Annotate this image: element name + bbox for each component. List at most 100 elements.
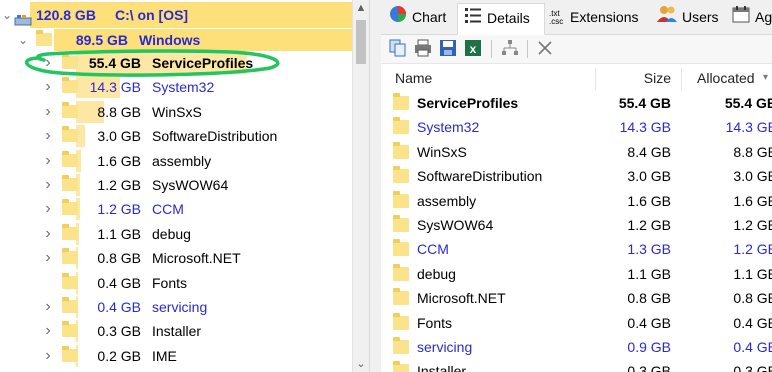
tab-age[interactable]: Ag (726, 3, 772, 33)
table-row[interactable]: ServiceProfiles 55.4 GB 55.4 GB (381, 91, 772, 115)
cell-size: 1.6 GB (627, 193, 671, 209)
sort-desc-icon[interactable]: ▾ (763, 64, 768, 92)
tab-label: Ag (755, 9, 772, 25)
scroll-down-icon[interactable]: ⌄ (353, 356, 369, 372)
tree-item[interactable]: › 1.6 GB assembly (0, 149, 352, 173)
tree-item[interactable]: › 1.2 GB SysWOW64 (0, 173, 352, 197)
table-row[interactable]: Microsoft.NET 0.8 GB 0.8 GB (381, 286, 772, 310)
chevron-down-icon[interactable]: ⌄ (18, 28, 28, 52)
scroll-up-icon[interactable]: ▲ (353, 0, 369, 16)
tab-details[interactable]: Details (457, 3, 545, 35)
tree-item[interactable]: › 3.0 GB SoftwareDistribution (0, 124, 352, 148)
column-header-allocated[interactable]: Allocated (697, 64, 755, 92)
tree-item-size: 1.2 GB (97, 201, 141, 217)
tree-item-name: Fonts (152, 275, 188, 291)
column-divider[interactable] (681, 68, 682, 90)
pie-chart-icon (389, 4, 407, 32)
table-row[interactable]: SysWOW64 1.2 GB 1.2 GB (381, 213, 772, 237)
tab-chart[interactable]: Chart (383, 3, 459, 33)
cell-name: Microsoft.NET (417, 290, 506, 306)
chevron-right-icon[interactable]: › (43, 51, 53, 75)
folder-icon (393, 142, 409, 159)
folder-icon (393, 93, 409, 110)
column-header-name[interactable]: Name (395, 64, 432, 92)
chevron-right-icon[interactable]: › (43, 319, 53, 343)
cell-name: debug (417, 266, 456, 282)
table-row[interactable]: System32 14.3 GB 14.3 GB (381, 115, 772, 139)
tree-item[interactable]: › 14.3 GB System32 (0, 75, 352, 99)
close-icon[interactable] (536, 39, 554, 57)
table-row[interactable]: CCM 1.3 GB 1.2 GB (381, 237, 772, 261)
tree-windows-row[interactable]: ⌄ 89.5 GB Windows (0, 28, 352, 52)
tree-item-name: WinSxS (152, 104, 202, 120)
folder-icon (393, 337, 409, 354)
tree-item-name: CCM (152, 201, 184, 217)
toolbar-separator (527, 40, 528, 58)
table-row[interactable]: Fonts 0.4 GB 0.4 GB (381, 311, 772, 335)
folder-icon (393, 313, 409, 330)
tree-item-name: assembly (152, 153, 212, 169)
tree-item[interactable]: › 0.2 GB IME (0, 344, 352, 368)
tab-users[interactable]: Users (651, 3, 727, 33)
tree-item-size: 1.1 GB (97, 226, 141, 242)
folder-icon (393, 191, 409, 208)
chevron-right-icon[interactable]: › (43, 197, 53, 221)
svg-text:x: x (470, 42, 477, 56)
toolbar: x (381, 35, 772, 64)
users-icon (657, 4, 677, 32)
tab-extensions[interactable]: .txt .csc Extensions (543, 3, 655, 33)
chevron-right-icon[interactable]: › (43, 75, 53, 99)
chevron-right-icon[interactable]: › (43, 246, 53, 270)
tree-item[interactable]: › 0.4 GB servicing (0, 295, 352, 319)
copy-icon[interactable] (389, 39, 407, 57)
table-row[interactable]: WinSxS 8.4 GB 8.8 GB (381, 140, 772, 164)
chevron-right-icon[interactable]: › (43, 222, 53, 246)
calendar-icon (732, 4, 750, 32)
folder-icon (393, 361, 409, 372)
cell-name: System32 (417, 119, 480, 135)
tree-item[interactable]: 0.4 GB Fonts (0, 271, 352, 295)
print-icon[interactable] (414, 39, 432, 57)
tree-scrollbar[interactable]: ▲ ⌄ (352, 0, 369, 372)
tree-item[interactable]: › 1.1 GB debug (0, 222, 352, 246)
cell-name: CCM (417, 241, 449, 257)
table-row[interactable]: servicing 0.9 GB 0.4 GB (381, 335, 772, 359)
table-row[interactable]: assembly 1.6 GB 1.6 GB (381, 189, 772, 213)
tree-root-row[interactable]: ⌄ 120.8 GB C:\ on [OS] (0, 2, 352, 28)
table-row[interactable]: SoftwareDistribution 3.0 GB 3.0 GB (381, 164, 772, 188)
tree-item-size: 0.4 GB (97, 299, 141, 315)
save-icon[interactable] (439, 39, 457, 57)
tree-item[interactable]: › 1.2 GB CCM (0, 197, 352, 221)
cell-allocated: 3.0 GB (733, 168, 772, 184)
chevron-right-icon[interactable]: › (43, 124, 53, 148)
cell-size: 14.3 GB (619, 119, 671, 135)
folder-icon (393, 117, 409, 134)
chevron-right-icon[interactable]: › (43, 100, 53, 124)
column-header-size[interactable]: Size (637, 64, 671, 92)
tree-item-name: System32 (152, 79, 215, 95)
cell-name: servicing (417, 339, 473, 355)
cell-name: SoftwareDistribution (417, 168, 543, 184)
windows-size: 89.5 GB (75, 32, 128, 48)
folder-icon (393, 166, 409, 183)
table-row[interactable]: debug 1.1 GB 1.1 GB (381, 262, 772, 286)
cell-allocated: 1.2 GB (733, 217, 772, 233)
chevron-right-icon[interactable]: › (43, 173, 53, 197)
tree-item[interactable]: › 0.8 GB Microsoft.NET (0, 246, 352, 270)
column-divider[interactable] (595, 68, 596, 90)
table-row[interactable]: Installer 0.3 GB 0.3 GB (381, 359, 772, 372)
cell-size: 1.2 GB (627, 217, 671, 233)
tree-item[interactable]: › 8.8 GB WinSxS (0, 100, 352, 124)
excel-export-icon[interactable]: x (464, 39, 482, 57)
hierarchy-icon[interactable] (501, 39, 519, 57)
chevron-right-icon[interactable]: › (43, 344, 53, 368)
chevron-right-icon[interactable]: › (43, 149, 53, 173)
chevron-down-icon[interactable]: ⌄ (2, 2, 12, 28)
tree-item[interactable]: › 0.3 GB Installer (0, 319, 352, 343)
scroll-thumb[interactable] (356, 20, 366, 64)
tree-item[interactable]: › 55.4 GB ServiceProfiles (0, 51, 352, 75)
cell-allocated: 0.4 GB (733, 315, 772, 331)
tab-label: Details (487, 10, 530, 26)
grid-header: Name Size Allocated ▾ (381, 64, 772, 92)
chevron-right-icon[interactable]: › (43, 295, 53, 319)
